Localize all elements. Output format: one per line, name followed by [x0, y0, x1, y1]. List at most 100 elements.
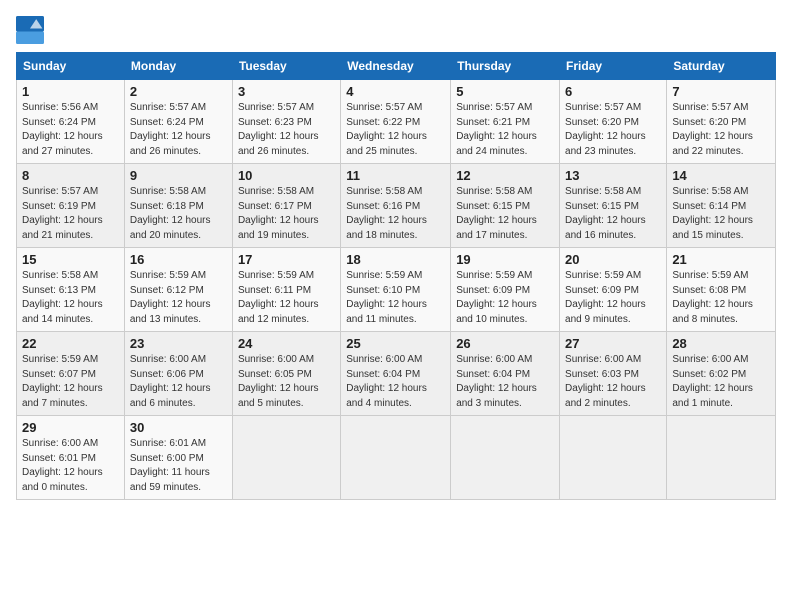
- day-header-saturday: Saturday: [667, 53, 776, 80]
- day-cell: 14 Sunrise: 5:58 AMSunset: 6:14 PMDaylig…: [667, 164, 776, 248]
- day-cell: [667, 416, 776, 500]
- day-cell: 16 Sunrise: 5:59 AMSunset: 6:12 PMDaylig…: [124, 248, 232, 332]
- day-detail: Sunrise: 5:58 AMSunset: 6:14 PMDaylight:…: [672, 186, 753, 241]
- day-detail: Sunrise: 5:59 AMSunset: 6:07 PMDaylight:…: [22, 354, 103, 409]
- day-detail: Sunrise: 5:57 AMSunset: 6:21 PMDaylight:…: [456, 102, 537, 157]
- day-cell: 21 Sunrise: 5:59 AMSunset: 6:08 PMDaylig…: [667, 248, 776, 332]
- header: [16, 16, 776, 44]
- day-detail: Sunrise: 5:56 AMSunset: 6:24 PMDaylight:…: [22, 102, 103, 157]
- day-cell: 5 Sunrise: 5:57 AMSunset: 6:21 PMDayligh…: [451, 80, 560, 164]
- day-number: 24: [238, 336, 335, 351]
- day-number: 22: [22, 336, 119, 351]
- calendar-body: 1 Sunrise: 5:56 AMSunset: 6:24 PMDayligh…: [17, 80, 776, 500]
- day-detail: Sunrise: 5:59 AMSunset: 6:10 PMDaylight:…: [346, 270, 427, 325]
- day-number: 23: [130, 336, 227, 351]
- day-cell: 4 Sunrise: 5:57 AMSunset: 6:22 PMDayligh…: [341, 80, 451, 164]
- day-number: 9: [130, 168, 227, 183]
- day-detail: Sunrise: 5:58 AMSunset: 6:15 PMDaylight:…: [565, 186, 646, 241]
- day-number: 10: [238, 168, 335, 183]
- day-number: 25: [346, 336, 445, 351]
- day-cell: 10 Sunrise: 5:58 AMSunset: 6:17 PMDaylig…: [232, 164, 340, 248]
- day-detail: Sunrise: 6:00 AMSunset: 6:04 PMDaylight:…: [346, 354, 427, 409]
- day-number: 5: [456, 84, 554, 99]
- day-detail: Sunrise: 5:59 AMSunset: 6:12 PMDaylight:…: [130, 270, 211, 325]
- day-detail: Sunrise: 5:59 AMSunset: 6:09 PMDaylight:…: [565, 270, 646, 325]
- day-cell: 28 Sunrise: 6:00 AMSunset: 6:02 PMDaylig…: [667, 332, 776, 416]
- day-number: 27: [565, 336, 661, 351]
- day-cell: 17 Sunrise: 5:59 AMSunset: 6:11 PMDaylig…: [232, 248, 340, 332]
- day-detail: Sunrise: 5:57 AMSunset: 6:19 PMDaylight:…: [22, 186, 103, 241]
- day-number: 2: [130, 84, 227, 99]
- day-detail: Sunrise: 5:57 AMSunset: 6:24 PMDaylight:…: [130, 102, 211, 157]
- day-number: 28: [672, 336, 770, 351]
- day-header-wednesday: Wednesday: [341, 53, 451, 80]
- header-row: SundayMondayTuesdayWednesdayThursdayFrid…: [17, 53, 776, 80]
- day-number: 17: [238, 252, 335, 267]
- day-cell: 11 Sunrise: 5:58 AMSunset: 6:16 PMDaylig…: [341, 164, 451, 248]
- day-cell: 15 Sunrise: 5:58 AMSunset: 6:13 PMDaylig…: [17, 248, 125, 332]
- day-detail: Sunrise: 6:00 AMSunset: 6:05 PMDaylight:…: [238, 354, 319, 409]
- day-cell: 2 Sunrise: 5:57 AMSunset: 6:24 PMDayligh…: [124, 80, 232, 164]
- day-cell: 20 Sunrise: 5:59 AMSunset: 6:09 PMDaylig…: [560, 248, 667, 332]
- day-header-monday: Monday: [124, 53, 232, 80]
- day-cell: 6 Sunrise: 5:57 AMSunset: 6:20 PMDayligh…: [560, 80, 667, 164]
- day-number: 8: [22, 168, 119, 183]
- day-cell: 23 Sunrise: 6:00 AMSunset: 6:06 PMDaylig…: [124, 332, 232, 416]
- day-detail: Sunrise: 5:58 AMSunset: 6:13 PMDaylight:…: [22, 270, 103, 325]
- day-number: 20: [565, 252, 661, 267]
- day-detail: Sunrise: 6:00 AMSunset: 6:06 PMDaylight:…: [130, 354, 211, 409]
- day-number: 6: [565, 84, 661, 99]
- day-header-tuesday: Tuesday: [232, 53, 340, 80]
- day-cell: 26 Sunrise: 6:00 AMSunset: 6:04 PMDaylig…: [451, 332, 560, 416]
- week-row-3: 22 Sunrise: 5:59 AMSunset: 6:07 PMDaylig…: [17, 332, 776, 416]
- day-cell: 18 Sunrise: 5:59 AMSunset: 6:10 PMDaylig…: [341, 248, 451, 332]
- day-cell: 1 Sunrise: 5:56 AMSunset: 6:24 PMDayligh…: [17, 80, 125, 164]
- calendar-table: SundayMondayTuesdayWednesdayThursdayFrid…: [16, 52, 776, 500]
- day-cell: 13 Sunrise: 5:58 AMSunset: 6:15 PMDaylig…: [560, 164, 667, 248]
- day-number: 21: [672, 252, 770, 267]
- day-number: 29: [22, 420, 119, 435]
- day-cell: 12 Sunrise: 5:58 AMSunset: 6:15 PMDaylig…: [451, 164, 560, 248]
- day-header-thursday: Thursday: [451, 53, 560, 80]
- day-number: 16: [130, 252, 227, 267]
- day-number: 18: [346, 252, 445, 267]
- day-detail: Sunrise: 5:59 AMSunset: 6:11 PMDaylight:…: [238, 270, 319, 325]
- day-cell: 8 Sunrise: 5:57 AMSunset: 6:19 PMDayligh…: [17, 164, 125, 248]
- day-number: 3: [238, 84, 335, 99]
- day-cell: 30 Sunrise: 6:01 AMSunset: 6:00 PMDaylig…: [124, 416, 232, 500]
- day-detail: Sunrise: 6:00 AMSunset: 6:02 PMDaylight:…: [672, 354, 753, 409]
- day-number: 4: [346, 84, 445, 99]
- day-cell: [232, 416, 340, 500]
- calendar-header: SundayMondayTuesdayWednesdayThursdayFrid…: [17, 53, 776, 80]
- day-detail: Sunrise: 5:57 AMSunset: 6:20 PMDaylight:…: [672, 102, 753, 157]
- day-detail: Sunrise: 6:00 AMSunset: 6:04 PMDaylight:…: [456, 354, 537, 409]
- day-detail: Sunrise: 5:57 AMSunset: 6:22 PMDaylight:…: [346, 102, 427, 157]
- day-cell: 9 Sunrise: 5:58 AMSunset: 6:18 PMDayligh…: [124, 164, 232, 248]
- day-detail: Sunrise: 5:58 AMSunset: 6:15 PMDaylight:…: [456, 186, 537, 241]
- day-detail: Sunrise: 5:58 AMSunset: 6:17 PMDaylight:…: [238, 186, 319, 241]
- day-detail: Sunrise: 5:59 AMSunset: 6:09 PMDaylight:…: [456, 270, 537, 325]
- day-detail: Sunrise: 5:58 AMSunset: 6:16 PMDaylight:…: [346, 186, 427, 241]
- day-cell: [560, 416, 667, 500]
- day-detail: Sunrise: 6:00 AMSunset: 6:03 PMDaylight:…: [565, 354, 646, 409]
- logo-icon: [16, 16, 44, 44]
- day-cell: 7 Sunrise: 5:57 AMSunset: 6:20 PMDayligh…: [667, 80, 776, 164]
- day-detail: Sunrise: 5:57 AMSunset: 6:20 PMDaylight:…: [565, 102, 646, 157]
- day-cell: 19 Sunrise: 5:59 AMSunset: 6:09 PMDaylig…: [451, 248, 560, 332]
- logo: [16, 16, 48, 44]
- day-cell: [341, 416, 451, 500]
- day-cell: 22 Sunrise: 5:59 AMSunset: 6:07 PMDaylig…: [17, 332, 125, 416]
- day-cell: 3 Sunrise: 5:57 AMSunset: 6:23 PMDayligh…: [232, 80, 340, 164]
- day-detail: Sunrise: 5:59 AMSunset: 6:08 PMDaylight:…: [672, 270, 753, 325]
- day-number: 13: [565, 168, 661, 183]
- day-number: 30: [130, 420, 227, 435]
- week-row-1: 8 Sunrise: 5:57 AMSunset: 6:19 PMDayligh…: [17, 164, 776, 248]
- day-header-sunday: Sunday: [17, 53, 125, 80]
- day-number: 11: [346, 168, 445, 183]
- day-detail: Sunrise: 5:57 AMSunset: 6:23 PMDaylight:…: [238, 102, 319, 157]
- day-detail: Sunrise: 6:01 AMSunset: 6:00 PMDaylight:…: [130, 438, 210, 493]
- week-row-4: 29 Sunrise: 6:00 AMSunset: 6:01 PMDaylig…: [17, 416, 776, 500]
- week-row-0: 1 Sunrise: 5:56 AMSunset: 6:24 PMDayligh…: [17, 80, 776, 164]
- day-number: 1: [22, 84, 119, 99]
- day-cell: 24 Sunrise: 6:00 AMSunset: 6:05 PMDaylig…: [232, 332, 340, 416]
